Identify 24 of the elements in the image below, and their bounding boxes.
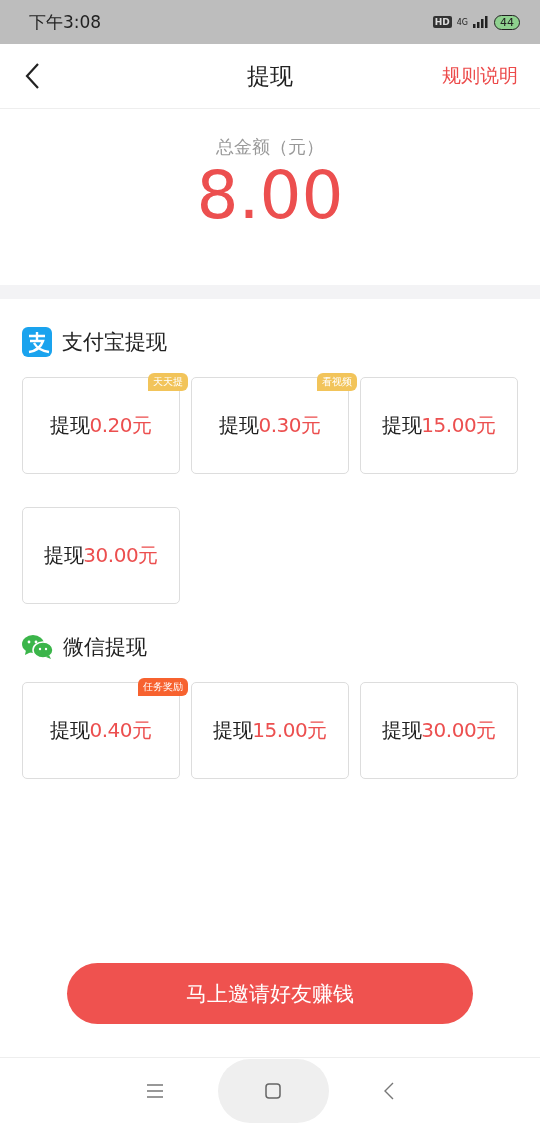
signal-icon xyxy=(473,16,489,28)
tag: 任务奖励 xyxy=(138,678,188,696)
total-label: 总金额（元） xyxy=(216,135,324,159)
rules-link[interactable]: 规则说明 xyxy=(442,63,518,89)
page-title: 提现 xyxy=(247,61,293,91)
withdraw-option[interactable]: 提现15.00元 xyxy=(360,377,518,474)
chat-bubbles-icon xyxy=(22,634,53,660)
withdraw-option[interactable]: 提现15.00元 xyxy=(191,682,349,779)
invite-button[interactable]: 马上邀请好友赚钱 xyxy=(67,963,473,1024)
withdraw-option[interactable]: 提现30.00元 xyxy=(360,682,518,779)
section-title: 微信提现 xyxy=(63,634,147,661)
hd-badge: HD xyxy=(432,16,452,28)
status-time: 下午3:08 xyxy=(29,10,102,34)
back-icon[interactable] xyxy=(25,63,39,89)
network-label: 4G xyxy=(456,17,468,27)
section-title: 支付宝提现 xyxy=(62,329,167,356)
battery-indicator: 44 xyxy=(494,14,520,30)
total-amount: 8.00 xyxy=(196,159,344,233)
square-icon[interactable] xyxy=(265,1083,281,1099)
alipay-icon xyxy=(22,327,52,357)
withdraw-option[interactable]: 提现30.00元 xyxy=(22,507,180,604)
tag: 看视频 xyxy=(317,373,357,391)
tag: 天天提 xyxy=(148,373,188,391)
menu-icon[interactable] xyxy=(146,1084,163,1098)
